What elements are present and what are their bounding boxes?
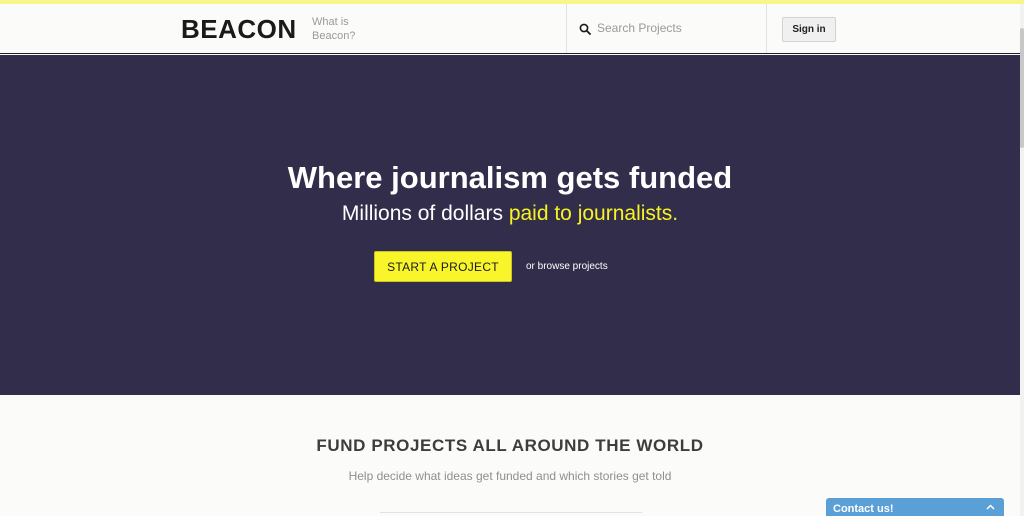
project-card-edge (380, 512, 642, 516)
beacon-logo[interactable]: BEACON (181, 14, 297, 45)
hero-subtitle-text: Millions of dollars (341, 202, 509, 225)
page-scrollbar[interactable] (1020, 4, 1024, 516)
sign-in-button[interactable]: Sign in (782, 17, 836, 42)
hero-title: Where journalism gets funded (287, 160, 733, 195)
chevron-up-icon (986, 504, 995, 510)
search-input[interactable] (597, 17, 757, 39)
what-is-beacon-link[interactable]: What is Beacon? (312, 15, 364, 43)
scrollbar-thumb[interactable] (1020, 28, 1024, 148)
navbar: BEACON What is Beacon? Sign in (0, 4, 1020, 54)
start-project-button[interactable]: START A PROJECT (374, 251, 512, 282)
search-box (566, 4, 767, 53)
section-title: FUND PROJECTS ALL AROUND THE WORLD (316, 436, 704, 455)
hero-subtitle: Millions of dollars paid to journalists. (0, 202, 1020, 226)
contact-us-widget[interactable]: Contact us! (826, 498, 1004, 516)
search-icon (579, 23, 591, 35)
contact-us-label: Contact us! (833, 503, 894, 515)
browse-projects-link[interactable]: or browse projects (526, 261, 608, 272)
hero-section: Where journalism gets funded Millions of… (0, 55, 1020, 395)
section-subtitle: Help decide what ideas get funded and wh… (348, 469, 672, 483)
hero-subtitle-highlight: paid to journalists. (508, 202, 679, 225)
